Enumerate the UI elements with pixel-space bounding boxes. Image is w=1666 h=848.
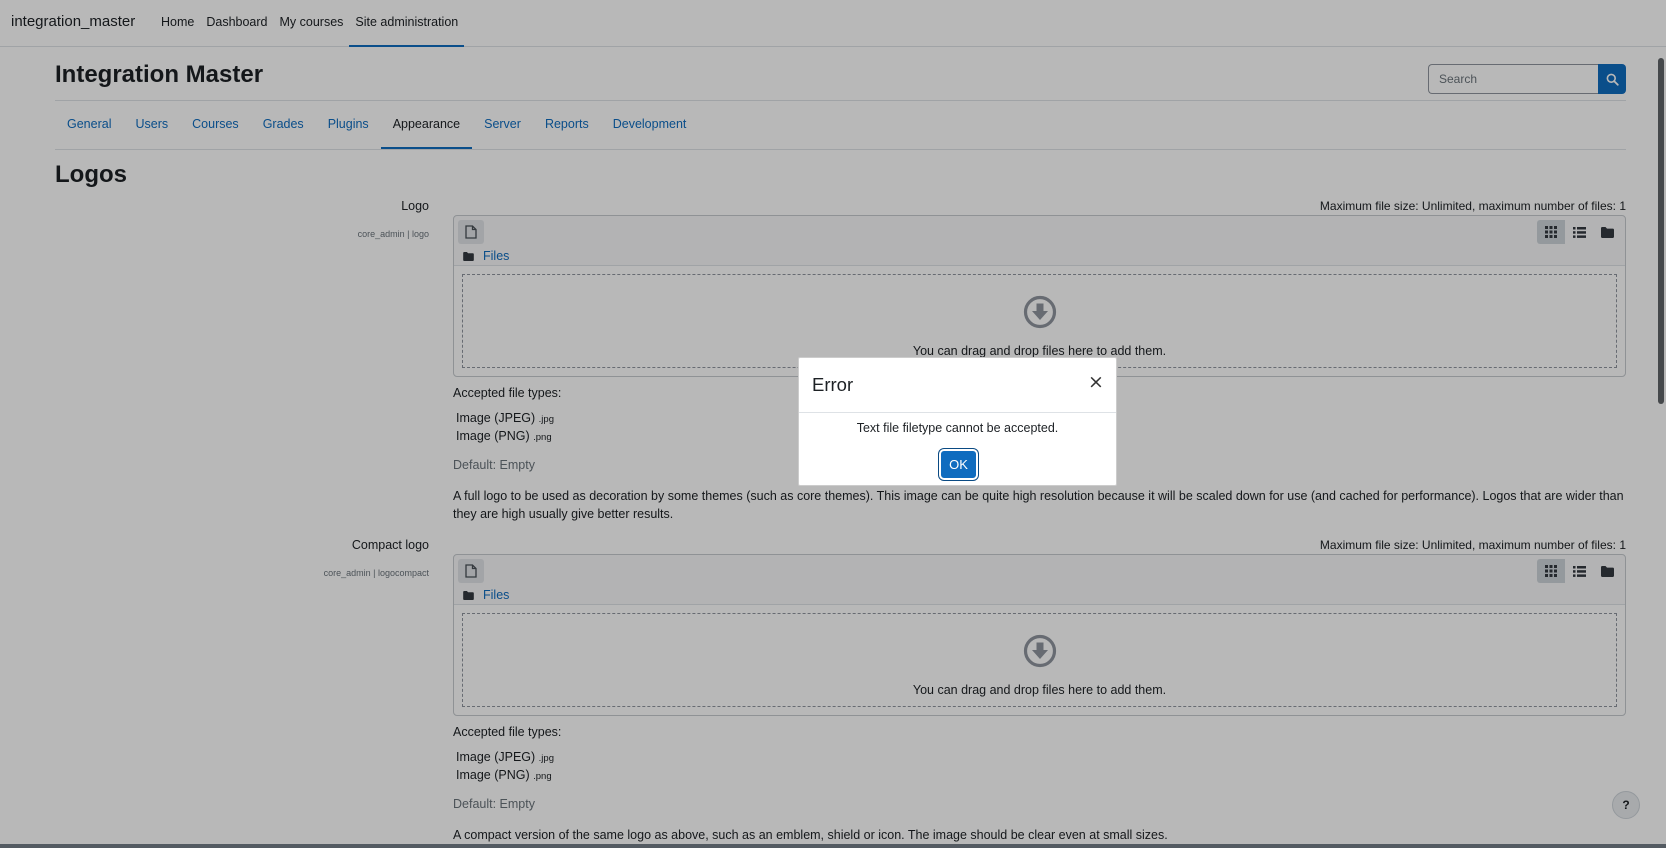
dialog-title: Error (812, 374, 854, 395)
dialog-message: Text file filetype cannot be accepted. (856, 421, 1059, 435)
dialog-divider (799, 412, 1116, 413)
bottom-bar (0, 844, 1666, 848)
close-button[interactable]: × (1086, 372, 1106, 392)
error-dialog: Error × Text file filetype cannot be acc… (798, 357, 1117, 486)
ok-button[interactable]: OK (941, 451, 976, 478)
